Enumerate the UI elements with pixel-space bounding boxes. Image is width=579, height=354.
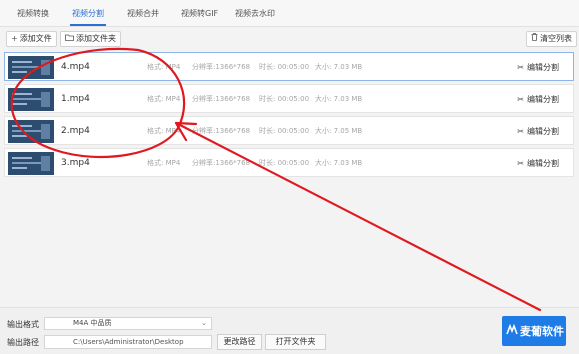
file-duration: 时长: 00:05:00 <box>259 127 310 135</box>
clear-list-label: 清空列表 <box>540 34 572 43</box>
edit-split-button[interactable]: ✂ 编辑分割 <box>517 53 559 82</box>
edit-split-label: 编辑分割 <box>527 63 559 72</box>
trash-icon <box>531 32 538 46</box>
file-size: 大小: 7.03 MB <box>315 159 363 167</box>
tab-video-merge[interactable]: 视频合并 <box>127 0 159 26</box>
edit-split-label: 编辑分割 <box>527 95 559 104</box>
tab-bar: 视频转换 视频分割 视频合并 视频转GIF 视频去水印 <box>0 0 579 27</box>
file-name: 2.mp4 <box>61 126 90 136</box>
tab-video-convert[interactable]: 视频转换 <box>17 0 49 26</box>
chevron-down-icon: ⌄ <box>201 319 207 327</box>
output-path-label: 输出路径 <box>7 338 39 347</box>
file-name: 1.mp4 <box>61 94 90 104</box>
file-row[interactable]: 3.mp4 格式: MP4 分辨率:1366*768 时长: 00:05:00 … <box>4 148 574 177</box>
file-duration: 时长: 00:05:00 <box>259 63 310 71</box>
tab-video-to-gif[interactable]: 视频转GIF <box>181 0 218 26</box>
edit-split-button[interactable]: ✂ 编辑分割 <box>517 85 559 114</box>
video-thumbnail <box>8 120 54 143</box>
change-path-button[interactable]: 更改路径 <box>217 334 262 350</box>
video-thumbnail <box>8 152 54 175</box>
file-resolution: 分辨率:1366*768 <box>192 95 251 103</box>
file-list: 4.mp4 格式: MP4 分辨率:1366*768 时长: 00:05:00 … <box>4 49 574 306</box>
scissors-icon: ✂ <box>517 63 524 72</box>
edit-split-label: 编辑分割 <box>527 159 559 168</box>
edit-split-button[interactable]: ✂ 编辑分割 <box>517 149 559 178</box>
file-row[interactable]: 2.mp4 格式: MP4 分辨率:1366*768 时长: 00:05:00 … <box>4 116 574 145</box>
edit-split-label: 编辑分割 <box>527 127 559 136</box>
add-file-label: 添加文件 <box>19 34 52 43</box>
output-path-input[interactable]: C:\Users\Administrator\Desktop <box>44 335 212 349</box>
output-format-label: 输出格式 <box>7 320 39 329</box>
add-folder-button[interactable]: 添加文件夹 <box>60 31 121 47</box>
output-format-value: M4A 中品质 <box>73 319 112 327</box>
output-format-select[interactable]: M4A 中品质 ⌄ <box>44 317 212 330</box>
file-format: 格式: MP4 <box>147 95 181 103</box>
file-resolution: 分辨率:1366*768 <box>192 127 251 135</box>
file-resolution: 分辨率:1366*768 <box>192 63 251 71</box>
file-row[interactable]: 4.mp4 格式: MP4 分辨率:1366*768 时长: 00:05:00 … <box>4 52 574 81</box>
video-thumbnail <box>8 56 54 79</box>
scissors-icon: ✂ <box>517 159 524 168</box>
scissors-icon: ✂ <box>517 95 524 104</box>
brand-logo-icon <box>506 323 518 339</box>
file-format: 格式: MP4 <box>147 63 181 71</box>
brand-name: 麦葡软件 <box>520 325 564 338</box>
file-format: 格式: MP4 <box>147 127 181 135</box>
file-duration: 时长: 00:05:00 <box>259 159 310 167</box>
file-resolution: 分辨率:1366*768 <box>192 159 251 167</box>
edit-split-button[interactable]: ✂ 编辑分割 <box>517 117 559 146</box>
toolbar: + 添加文件 添加文件夹 清空列表 <box>0 27 579 49</box>
add-file-button[interactable]: + 添加文件 <box>6 31 57 47</box>
output-settings-panel: 输出格式 M4A 中品质 ⌄ 输出路径 C:\Users\Administrat… <box>0 307 579 354</box>
tab-remove-watermark[interactable]: 视频去水印 <box>235 0 275 26</box>
file-name: 3.mp4 <box>61 158 90 168</box>
file-duration: 时长: 00:05:00 <box>259 95 310 103</box>
file-size: 大小: 7.03 MB <box>315 95 363 103</box>
file-size: 大小: 7.03 MB <box>315 63 363 71</box>
plus-icon: + <box>11 34 18 43</box>
clear-list-button[interactable]: 清空列表 <box>526 31 577 47</box>
video-thumbnail <box>8 88 54 111</box>
brand-start-button[interactable]: 麦葡软件 <box>502 316 566 346</box>
tab-video-split[interactable]: 视频分割 <box>70 0 106 26</box>
scissors-icon: ✂ <box>517 127 524 136</box>
add-folder-label: 添加文件夹 <box>76 34 116 43</box>
folder-icon <box>65 32 74 46</box>
file-row[interactable]: 1.mp4 格式: MP4 分辨率:1366*768 时长: 00:05:00 … <box>4 84 574 113</box>
file-size: 大小: 7.05 MB <box>315 127 363 135</box>
open-folder-button[interactable]: 打开文件夹 <box>265 334 326 350</box>
file-format: 格式: MP4 <box>147 159 181 167</box>
file-name: 4.mp4 <box>61 62 90 72</box>
